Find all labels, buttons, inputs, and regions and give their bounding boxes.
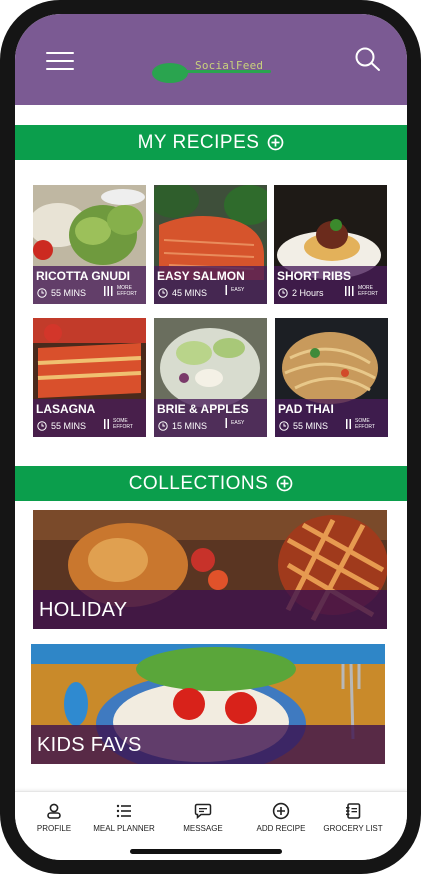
collections-title: COLLECTIONS: [128, 472, 269, 494]
recipe-title: RICOTTA GNUDI: [36, 269, 130, 283]
recipe-effort-text: EASY: [231, 420, 245, 426]
utensils-icon: [104, 286, 113, 296]
hamburger-menu-button[interactable]: [46, 52, 74, 72]
collections-header: COLLECTIONS: [15, 466, 407, 501]
recipe-card[interactable]: PAD THAI 55 MINS SOME EFFORT: [275, 318, 388, 437]
recipe-time-text: 45 MINS: [172, 288, 208, 298]
recipe-title: SHORT RIBS: [277, 269, 352, 283]
recipe-effort-text: EASY: [231, 287, 245, 293]
clock-icon: [37, 421, 47, 431]
recipe-time: 45 MINS: [158, 288, 207, 298]
message-icon: [194, 803, 212, 820]
collection-label: KIDS FAVS: [37, 734, 142, 756]
nav-message[interactable]: MESSAGE: [164, 792, 242, 844]
home-indicator: [130, 849, 282, 854]
recipe-time-text: 55 MINS: [293, 421, 329, 431]
plus-circle-icon: [268, 134, 284, 151]
recipe-effort: SOME EFFORT: [345, 418, 387, 430]
utensils-icon: [345, 286, 354, 296]
recipe-card[interactable]: BRIE & APPLES 15 MINS EASY: [154, 318, 267, 437]
menu-line-icon: [46, 60, 74, 62]
recipe-card[interactable]: LASAGNA 55 MINS SOME EFFORT: [33, 318, 146, 437]
app-screen: SocialFeed MY RECIPES RICOTTA GNUDI 55 M…: [15, 14, 407, 860]
app-logo-text: SocialFeed: [195, 59, 264, 72]
nav-label: MESSAGE: [183, 824, 223, 833]
nav-profile[interactable]: PROFILE: [15, 792, 93, 844]
search-icon: [355, 47, 380, 71]
recipe-time: 55 MINS: [279, 421, 328, 431]
notebook-icon: [346, 803, 361, 819]
clock-icon: [278, 288, 288, 298]
my-recipes-header: MY RECIPES: [15, 125, 407, 160]
clock-icon: [279, 421, 289, 431]
recipe-title: BRIE & APPLES: [157, 402, 249, 416]
recipe-time-text: 15 MINS: [172, 421, 208, 431]
recipe-title: LASAGNA: [36, 402, 96, 416]
add-circle-icon: [272, 802, 290, 820]
phone-frame: SocialFeed MY RECIPES RICOTTA GNUDI 55 M…: [0, 0, 421, 874]
recipe-effort-text: SOME EFFORT: [355, 418, 375, 430]
clock-icon: [158, 421, 168, 431]
list-icon: [116, 804, 131, 818]
recipe-effort: EASY: [224, 285, 266, 295]
recipe-title: EASY SALMON: [157, 269, 245, 283]
profile-icon: [47, 803, 61, 819]
nav-label: PROFILE: [36, 824, 72, 833]
recipe-effort: MORE EFFORT: [344, 285, 386, 297]
recipe-time-text: 2 Hours: [292, 288, 324, 298]
recipe-time: 55 MINS: [37, 288, 86, 298]
recipe-title: PAD THAI: [278, 402, 334, 416]
utensils-icon: [346, 419, 351, 429]
recipe-card[interactable]: RICOTTA GNUDI 55 MINS MORE EFFORT: [33, 185, 146, 304]
nav-add-recipe[interactable]: ADD RECIPE: [242, 792, 320, 844]
recipe-effort-text: MORE EFFORT: [117, 285, 137, 297]
recipe-effort-text: MORE EFFORT: [358, 285, 378, 297]
recipe-effort: EASY: [224, 418, 266, 428]
menu-line-icon: [46, 68, 74, 70]
recipe-card[interactable]: EASY SALMON 45 MINS EASY: [154, 185, 267, 304]
recipe-time-text: 55 MINS: [51, 288, 87, 298]
nav-grocery-list[interactable]: GROCERY LIST: [314, 792, 392, 844]
plus-circle-icon: [276, 475, 293, 492]
app-logo: SocialFeed: [149, 58, 275, 88]
utensils-icon: [225, 285, 227, 295]
collection-card-kids-favs[interactable]: KIDS FAVS: [31, 644, 385, 764]
utensils-icon: [104, 419, 109, 429]
recipe-card[interactable]: SHORT RIBS 2 Hours MORE EFFORT: [274, 185, 387, 304]
nav-label: GROCERY LIST: [323, 824, 383, 833]
recipe-effort: SOME EFFORT: [103, 418, 145, 430]
recipe-time-text: 55 MINS: [51, 421, 87, 431]
collection-label: HOLIDAY: [39, 599, 128, 621]
utensils-icon: [225, 418, 227, 428]
app-header: SocialFeed: [15, 14, 407, 105]
recipe-effort-text: SOME EFFORT: [113, 418, 133, 430]
collection-card-holiday[interactable]: HOLIDAY: [33, 510, 387, 629]
recipe-time: 15 MINS: [158, 421, 207, 431]
nav-label: MEAL PLANNER: [93, 824, 155, 833]
my-recipes-title: MY RECIPES: [137, 131, 260, 153]
search-button[interactable]: [353, 46, 383, 74]
recipe-time: 55 MINS: [37, 421, 86, 431]
add-recipe-button[interactable]: [267, 134, 284, 151]
recipe-time: 2 Hours: [278, 288, 324, 298]
recipe-effort: MORE EFFORT: [103, 285, 145, 297]
clock-icon: [158, 288, 168, 298]
nav-label: ADD RECIPE: [256, 824, 306, 833]
menu-line-icon: [46, 52, 74, 54]
add-collection-button[interactable]: [276, 475, 293, 492]
clock-icon: [37, 288, 47, 298]
nav-meal-planner[interactable]: MEAL PLANNER: [85, 792, 163, 844]
